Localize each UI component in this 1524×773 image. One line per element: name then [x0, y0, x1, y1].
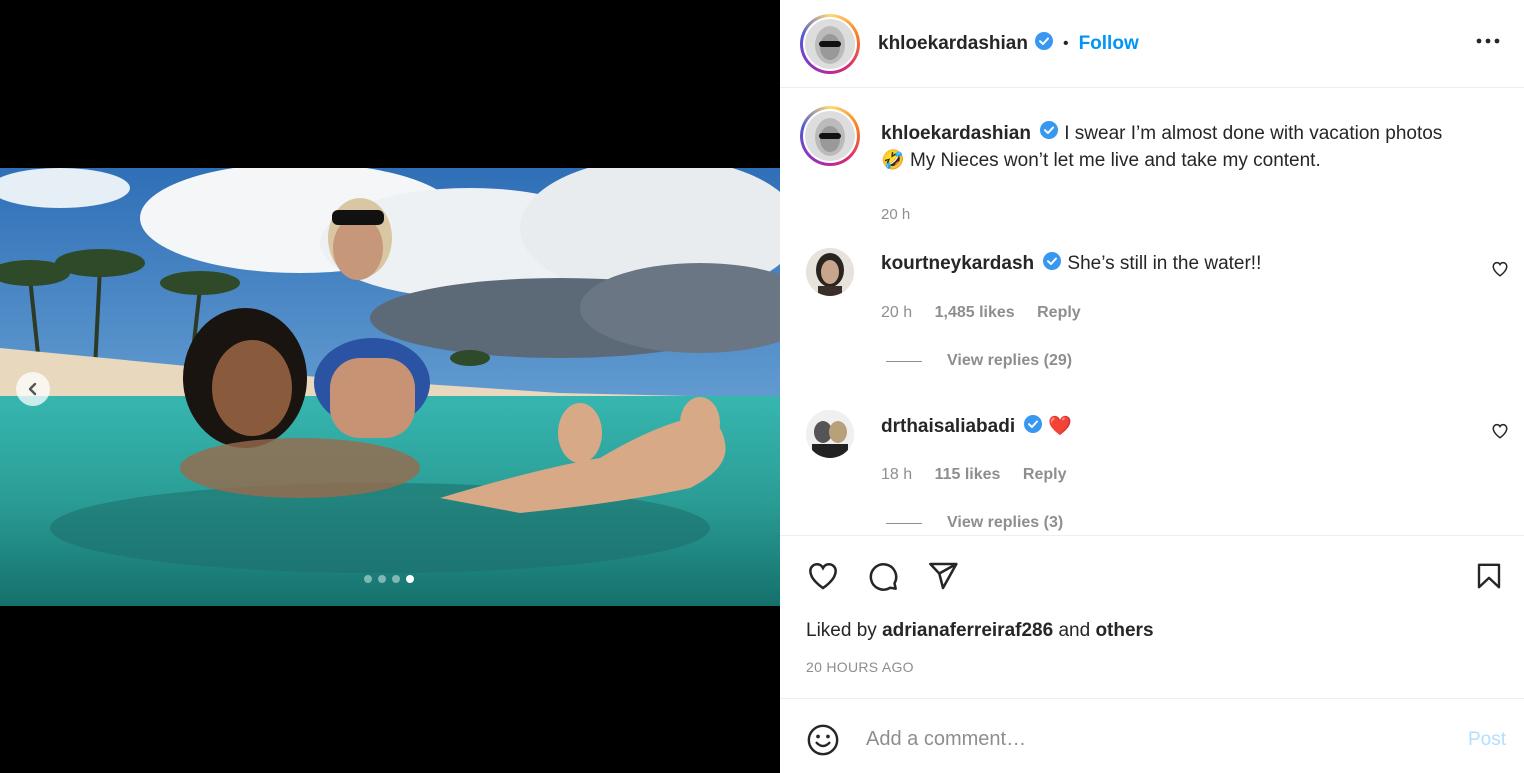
comment-meta: 20 h 1,485 likes Reply [881, 304, 1099, 322]
share-button[interactable] [926, 560, 960, 597]
comment-username[interactable]: kourtneykardash [881, 253, 1034, 274]
save-button[interactable] [1474, 560, 1504, 597]
comment-like-button[interactable] [1491, 260, 1509, 283]
view-replies-button[interactable]: View replies (29) [886, 352, 1072, 370]
liked-by-label: Liked by [806, 620, 877, 641]
carousel-prev-button[interactable] [16, 372, 50, 406]
comments-section[interactable]: khloekardashian I swear I’m almost done … [780, 88, 1524, 534]
commenter-avatar[interactable] [806, 248, 854, 296]
comment-likes[interactable]: 115 likes [935, 466, 1001, 483]
caption-avatar[interactable] [800, 106, 860, 166]
comment-body: She’s still in the water!! [1067, 253, 1262, 275]
reply-button[interactable]: Reply [1037, 304, 1081, 321]
post-details-panel: khloekardashian • Follow khloekardashian… [780, 0, 1524, 773]
comment-text: drthaisaliabadi ❤️ [881, 414, 1072, 439]
separator-dot: • [1062, 34, 1069, 52]
comment-time[interactable]: 18 h [881, 466, 912, 483]
carousel-indicator [364, 575, 414, 583]
post-timestamp[interactable]: 20 HOURS AGO [806, 659, 914, 675]
carousel-dot-active [406, 575, 414, 583]
more-options-icon [1476, 38, 1500, 44]
view-replies-button[interactable]: View replies (3) [886, 514, 1063, 532]
author-username[interactable]: khloekardashian [878, 33, 1028, 55]
liked-by-user[interactable]: adrianaferreiraf286 [882, 620, 1053, 641]
caption-line2: My Nieces won’t let me live and take my … [909, 150, 1321, 172]
comment-body: ❤️ [1048, 416, 1073, 437]
verified-badge-icon [1034, 32, 1053, 55]
post-header: khloekardashian • Follow [780, 0, 1524, 88]
heart-icon [1492, 261, 1508, 277]
avatar-image [805, 18, 855, 69]
caption-username[interactable]: khloekardashian [881, 123, 1031, 144]
comment-icon [869, 563, 898, 591]
carousel-dot [392, 575, 400, 583]
post-photo[interactable] [0, 168, 780, 606]
comment-likes[interactable]: 1,485 likes [935, 304, 1015, 321]
media-panel [0, 0, 780, 773]
caption-line1: I swear I’m almost done with vacation ph… [1064, 123, 1443, 144]
beach-photo-illustration [0, 168, 780, 606]
heart-icon [809, 562, 837, 590]
like-button[interactable] [806, 560, 840, 597]
author-avatar[interactable] [800, 13, 860, 74]
avatar-image [806, 410, 854, 458]
comment-meta: 18 h 115 likes Reply [881, 466, 1084, 484]
view-replies-label: View replies (29) [947, 352, 1073, 369]
liked-others-link[interactable]: others [1095, 620, 1153, 641]
verified-badge-icon [1043, 252, 1062, 276]
heart-icon [1492, 423, 1508, 439]
commenter-avatar[interactable] [806, 410, 854, 458]
comment-text: kourtneykardash She’s still in the water… [881, 252, 1261, 276]
caption-emoji: 🤣 [881, 150, 905, 172]
comment-input[interactable] [866, 721, 1426, 757]
carousel-dot [378, 575, 386, 583]
action-bar [780, 535, 1524, 615]
avatar-image [805, 111, 855, 161]
verified-badge-icon [1040, 120, 1059, 147]
post-button[interactable]: Post [1468, 729, 1506, 751]
avatar-image [806, 248, 854, 296]
add-comment-bar: Post [780, 698, 1524, 773]
caption-timestamp[interactable]: 20 h [881, 206, 910, 223]
verified-badge-icon [1024, 414, 1043, 439]
carousel-dot [364, 575, 372, 583]
more-options-button[interactable] [1476, 32, 1500, 50]
chevron-left-icon [28, 382, 37, 396]
likes-summary: Liked by adrianaferreiraf286 and others [806, 620, 1154, 642]
liked-and-label: and [1058, 620, 1091, 641]
share-icon [929, 562, 958, 590]
comment-like-button[interactable] [1491, 422, 1509, 445]
view-replies-label: View replies (3) [947, 514, 1064, 531]
emoji-button[interactable] [806, 723, 840, 762]
reply-button[interactable]: Reply [1023, 466, 1067, 483]
bookmark-icon [1477, 563, 1501, 589]
comment-time[interactable]: 20 h [881, 304, 912, 321]
follow-button[interactable]: Follow [1079, 33, 1139, 55]
comment-button[interactable] [866, 560, 900, 597]
comment-username[interactable]: drthaisaliabadi [881, 416, 1015, 437]
caption-text: khloekardashian I swear I’m almost done … [881, 120, 1501, 174]
emoji-icon [807, 724, 839, 756]
